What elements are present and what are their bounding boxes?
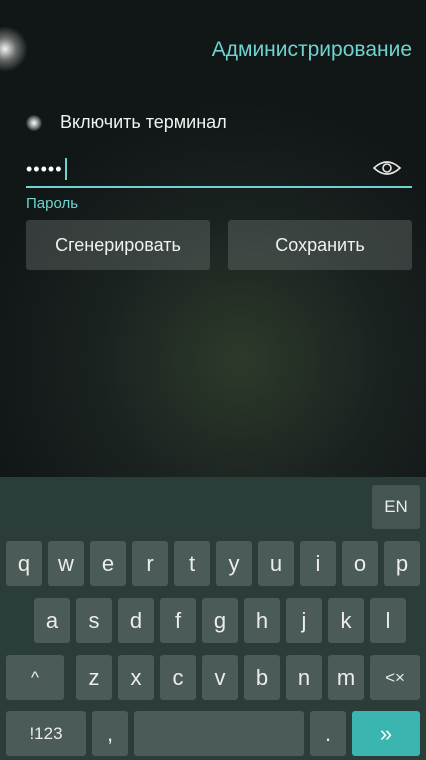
key-i[interactable]: i: [300, 541, 336, 586]
light-glow: [0, 26, 28, 72]
key-q[interactable]: q: [6, 541, 42, 586]
key-v[interactable]: v: [202, 655, 238, 700]
eye-icon[interactable]: [372, 158, 402, 178]
key-p[interactable]: p: [384, 541, 420, 586]
key-x[interactable]: x: [118, 655, 154, 700]
key-e[interactable]: e: [90, 541, 126, 586]
on-screen-keyboard: EN q w e r t y u i o p a s d f g h j k l…: [0, 477, 426, 760]
key-z[interactable]: z: [76, 655, 112, 700]
language-key[interactable]: EN: [372, 485, 420, 529]
key-r[interactable]: r: [132, 541, 168, 586]
key-j[interactable]: j: [286, 598, 322, 643]
symbols-key[interactable]: !123: [6, 711, 86, 756]
period-key[interactable]: .: [310, 711, 346, 756]
key-w[interactable]: w: [48, 541, 84, 586]
key-f[interactable]: f: [160, 598, 196, 643]
key-u[interactable]: u: [258, 541, 294, 586]
comma-key[interactable]: ,: [92, 711, 128, 756]
terminal-toggle-row[interactable]: Включить терминал: [26, 112, 227, 133]
key-a[interactable]: a: [34, 598, 70, 643]
save-button[interactable]: Сохранить: [228, 220, 412, 270]
key-t[interactable]: t: [174, 541, 210, 586]
key-y[interactable]: y: [216, 541, 252, 586]
text-caret: [64, 158, 67, 180]
shift-key[interactable]: ^: [6, 655, 64, 700]
key-c[interactable]: c: [160, 655, 196, 700]
key-m[interactable]: m: [328, 655, 364, 700]
key-s[interactable]: s: [76, 598, 112, 643]
key-k[interactable]: k: [328, 598, 364, 643]
space-key[interactable]: [134, 711, 304, 756]
toggle-indicator-icon[interactable]: [26, 114, 42, 131]
generate-button[interactable]: Сгенерировать: [26, 220, 210, 270]
toggle-label: Включить терминал: [60, 112, 227, 132]
key-b[interactable]: b: [244, 655, 280, 700]
key-n[interactable]: n: [286, 655, 322, 700]
password-value[interactable]: •••••: [26, 159, 63, 180]
key-d[interactable]: d: [118, 598, 154, 643]
key-o[interactable]: o: [342, 541, 378, 586]
page-title: Администрирование: [211, 38, 412, 61]
key-l[interactable]: l: [370, 598, 406, 643]
password-field[interactable]: •••••: [26, 152, 412, 188]
key-g[interactable]: g: [202, 598, 238, 643]
backspace-key[interactable]: <×: [370, 655, 420, 700]
password-label: Пароль: [26, 195, 79, 212]
key-h[interactable]: h: [244, 598, 280, 643]
enter-key[interactable]: »: [352, 711, 420, 756]
